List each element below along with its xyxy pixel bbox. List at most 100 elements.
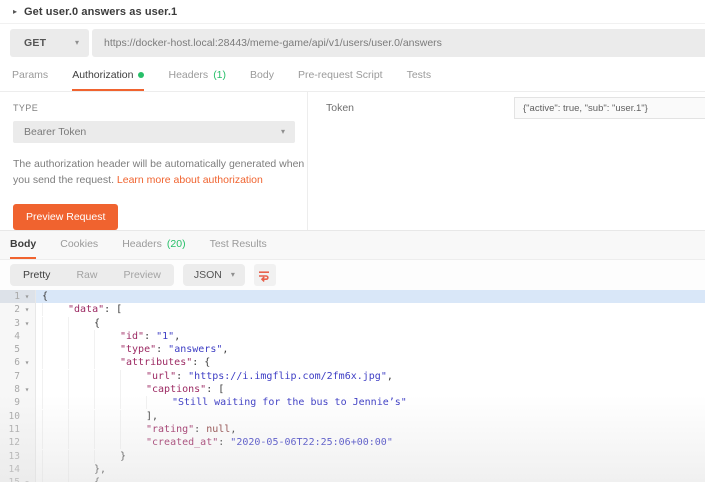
line-gutter: 5 <box>0 343 36 356</box>
wrap-lines-icon <box>258 269 271 282</box>
line-gutter: 15▾ <box>0 476 36 482</box>
tab-count: (20) <box>167 238 186 250</box>
tab-authorization[interactable]: Authorization <box>72 62 144 91</box>
tab-label: Pre-request Script <box>298 69 383 81</box>
tab-label: Test Results <box>210 238 267 250</box>
auth-type-value: Bearer Token <box>24 126 86 138</box>
collapse-arrow-icon[interactable]: ▸ <box>13 8 17 16</box>
code-line[interactable]: 14}, <box>0 463 705 476</box>
line-number: 11 <box>0 423 20 436</box>
format-value: JSON <box>194 269 222 281</box>
line-number: 9 <box>0 396 20 409</box>
fold-toggle-icon[interactable]: ▾ <box>20 303 34 316</box>
preview-button[interactable]: Preview <box>110 264 173 286</box>
code-line[interactable]: 7"url": "https://i.imgflip.com/2fm6x.jpg… <box>0 370 705 383</box>
line-number: 1 <box>0 290 20 303</box>
code-line[interactable]: 15▾{ <box>0 476 705 482</box>
token-input[interactable]: {"active": true, "sub": "user.1"} <box>514 97 705 119</box>
fold-toggle-icon[interactable]: ▾ <box>20 356 34 369</box>
fold-toggle-icon[interactable]: ▾ <box>20 290 34 303</box>
code-line[interactable]: 9"Still waiting for the bus to Jennie’s" <box>0 396 705 409</box>
method-select[interactable]: GET ▾ <box>10 29 89 57</box>
auth-help-text: The authorization header will be automat… <box>13 156 311 189</box>
tab-cookies[interactable]: Cookies <box>60 231 98 259</box>
request-tabs: Params Authorization Headers (1) Body Pr… <box>0 62 705 92</box>
line-gutter: 9 <box>0 396 36 409</box>
pretty-button[interactable]: Pretty <box>10 264 63 286</box>
tab-label: Authorization <box>72 69 133 81</box>
line-gutter: 1▾ <box>0 290 36 303</box>
line-number: 2 <box>0 303 20 316</box>
code-text: "created_at": "2020-05-06T22:25:06+00:00… <box>36 436 705 449</box>
code-text: "url": "https://i.imgflip.com/2fm6x.jpg"… <box>36 370 705 383</box>
line-number: 8 <box>0 383 20 396</box>
wrap-lines-button[interactable] <box>254 264 276 286</box>
line-gutter: 12 <box>0 436 36 449</box>
code-text: "attributes": { <box>36 356 705 369</box>
format-select[interactable]: JSON ▾ <box>183 264 245 286</box>
raw-button[interactable]: Raw <box>63 264 110 286</box>
tab-params[interactable]: Params <box>12 62 48 91</box>
code-line[interactable]: 10], <box>0 410 705 423</box>
tab-test-results[interactable]: Test Results <box>210 231 267 259</box>
code-line[interactable]: 8▾"captions": [ <box>0 383 705 396</box>
code-line[interactable]: 6▾"attributes": { <box>0 356 705 369</box>
type-label: TYPE <box>13 103 295 113</box>
authorization-panel: TYPE Bearer Token ▾ The authorization he… <box>0 92 705 230</box>
learn-more-link[interactable]: Learn more about authorization <box>117 174 263 186</box>
line-gutter: 7 <box>0 370 36 383</box>
active-auth-dot <box>138 72 144 78</box>
code-text: "data": [ <box>36 303 705 316</box>
response-toolbar: Pretty Raw Preview JSON ▾ <box>0 260 705 290</box>
tab-response-body[interactable]: Body <box>10 231 36 259</box>
auth-type-select[interactable]: Bearer Token ▾ <box>13 121 295 143</box>
tab-tests[interactable]: Tests <box>407 62 432 91</box>
code-text: { <box>36 317 705 330</box>
url-input[interactable]: https://docker-host.local:28443/meme-gam… <box>92 29 705 57</box>
tab-label: Cookies <box>60 238 98 250</box>
chevron-down-icon: ▾ <box>281 128 285 136</box>
line-number: 14 <box>0 463 20 476</box>
tab-response-headers[interactable]: Headers (20) <box>122 231 185 259</box>
code-line[interactable]: 4 "id": "1", <box>0 330 705 343</box>
line-gutter: 4 <box>0 330 36 343</box>
code-line[interactable]: 3▾{ <box>0 317 705 330</box>
preview-request-button[interactable]: Preview Request <box>13 204 118 230</box>
line-gutter: 14 <box>0 463 36 476</box>
line-gutter: 11 <box>0 423 36 436</box>
code-line[interactable]: 11"rating": null, <box>0 423 705 436</box>
request-title: Get user.0 answers as user.1 <box>24 6 177 18</box>
fold-toggle-icon[interactable]: ▾ <box>20 317 34 330</box>
code-line[interactable]: 1▾{ <box>0 290 705 303</box>
code-line[interactable]: 5"type": "answers", <box>0 343 705 356</box>
line-gutter: 10 <box>0 410 36 423</box>
response-tabs: Body Cookies Headers (20) Test Results <box>0 230 705 260</box>
line-number: 4 <box>0 330 20 343</box>
token-value: {"active": true, "sub": "user.1"} <box>523 103 648 114</box>
tab-body[interactable]: Body <box>250 62 274 91</box>
code-line[interactable]: 2▾"data": [ <box>0 303 705 316</box>
tab-label: Headers <box>122 238 162 250</box>
code-text: { <box>36 290 705 303</box>
code-line[interactable]: 12"created_at": "2020-05-06T22:25:06+00:… <box>0 436 705 449</box>
line-gutter: 3▾ <box>0 317 36 330</box>
chevron-down-icon: ▾ <box>231 271 235 279</box>
fold-toggle-icon[interactable]: ▾ <box>20 383 34 396</box>
line-number: 13 <box>0 450 20 463</box>
response-body-editor[interactable]: 1▾{2▾"data": [3▾{4"id": "1",5"type": "an… <box>0 290 705 482</box>
code-text: { <box>36 476 705 482</box>
code-lines: 1▾{2▾"data": [3▾{4"id": "1",5"type": "an… <box>0 290 705 482</box>
line-number: 5 <box>0 343 20 356</box>
code-text: } <box>36 450 705 463</box>
code-text: "id": "1", <box>36 330 705 343</box>
tab-headers[interactable]: Headers (1) <box>168 62 226 91</box>
request-title-row[interactable]: ▸ Get user.0 answers as user.1 <box>0 0 705 24</box>
tab-count: (1) <box>213 69 226 81</box>
line-number: 10 <box>0 410 20 423</box>
tab-label: Tests <box>407 69 432 81</box>
code-line[interactable]: 13} <box>0 450 705 463</box>
tab-pre-request-script[interactable]: Pre-request Script <box>298 62 383 91</box>
line-number: 15 <box>0 476 20 482</box>
fold-toggle-icon[interactable]: ▾ <box>20 476 34 482</box>
line-gutter: 8▾ <box>0 383 36 396</box>
